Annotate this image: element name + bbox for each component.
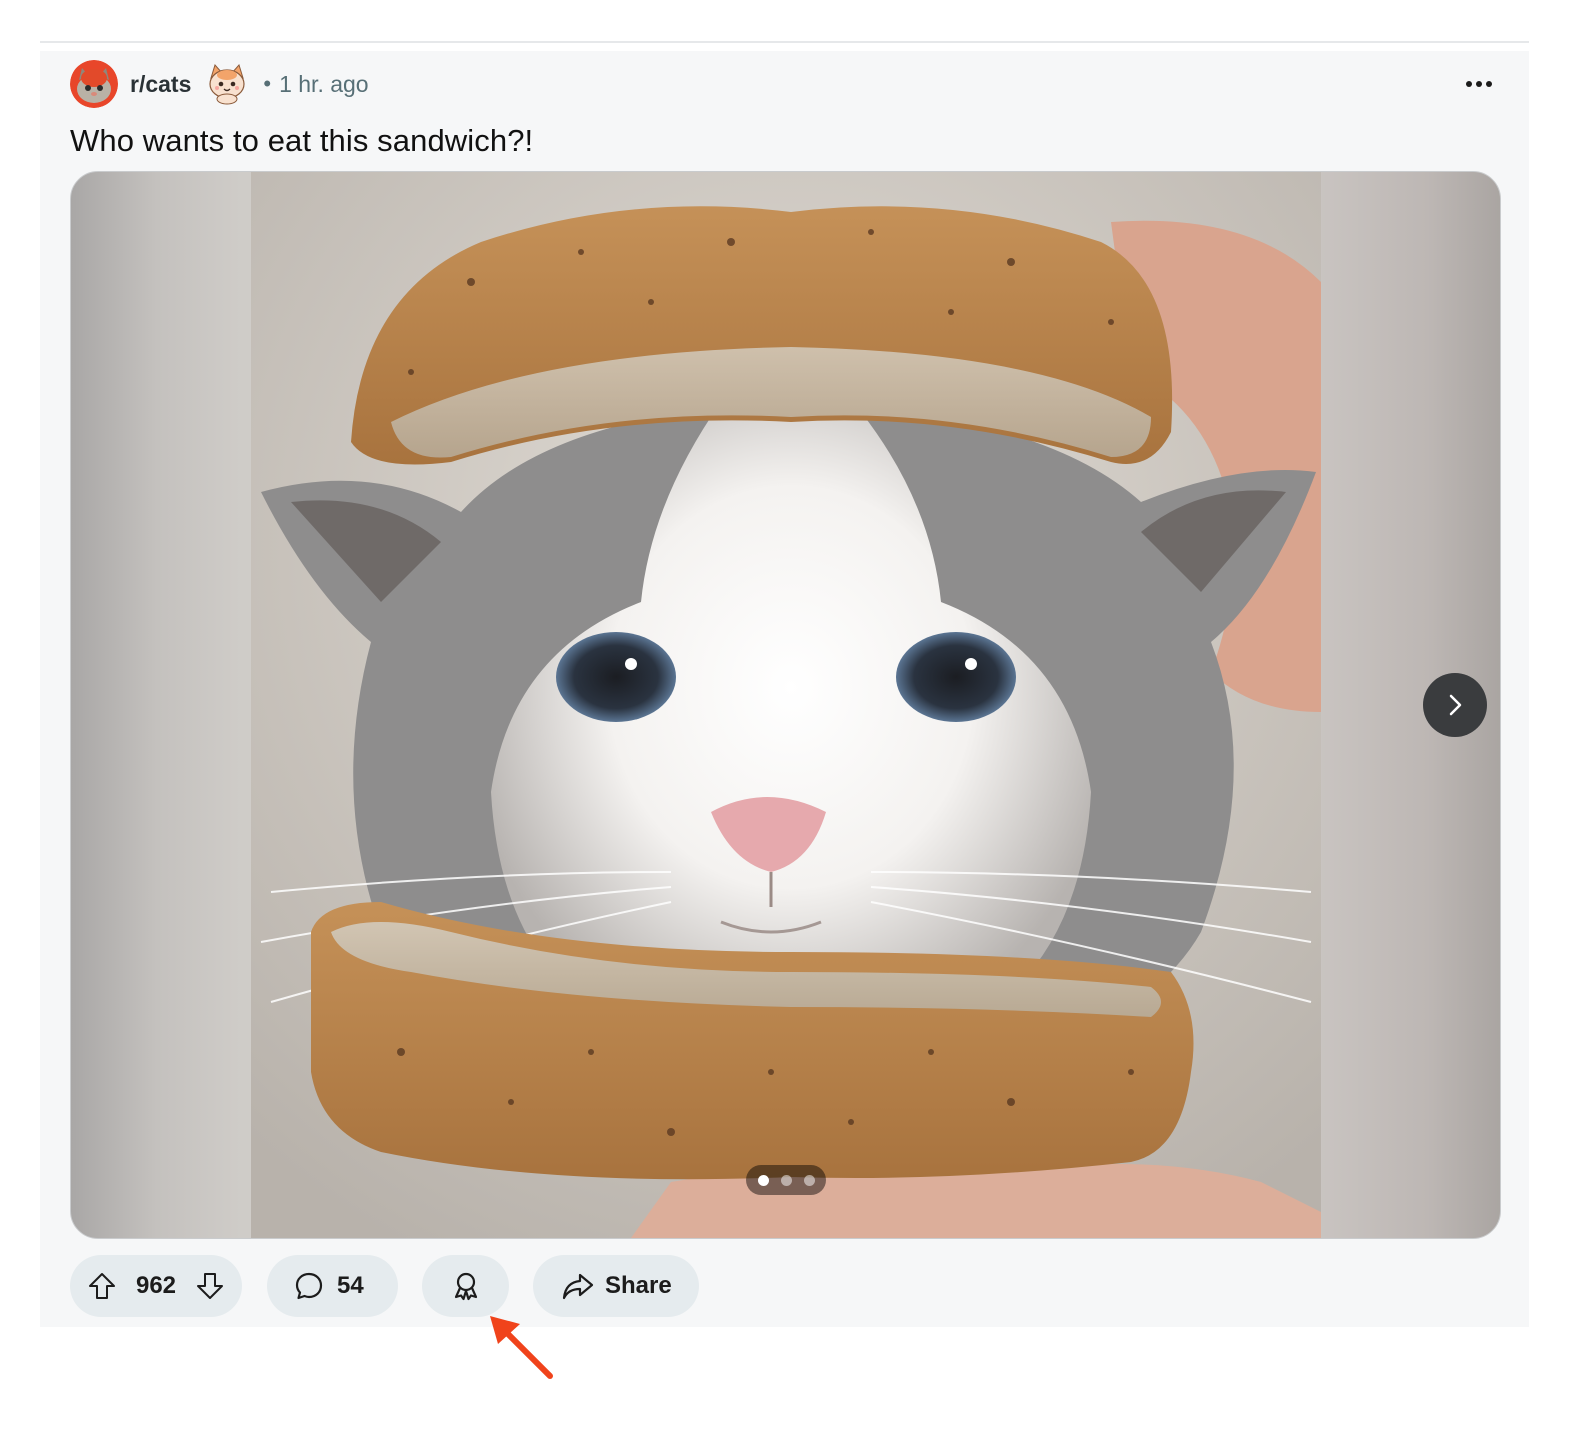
- chevron-right-icon: [1449, 694, 1462, 716]
- vote-count: 962: [135, 1272, 177, 1299]
- award-ribbon-icon: [454, 1272, 477, 1301]
- subreddit-name[interactable]: r/cats: [130, 71, 191, 98]
- arrow-down-icon: [196, 1273, 223, 1299]
- gallery-pagination: [746, 1165, 826, 1195]
- post-title[interactable]: Who wants to eat this sandwich?!: [70, 123, 533, 159]
- feed-divider: [40, 41, 1529, 43]
- post-card[interactable]: r/cats • 1 hr. ago Who wants to eat this: [40, 51, 1529, 1327]
- annotation-arrow-icon: [490, 1316, 553, 1379]
- share-label: Share: [605, 1272, 672, 1299]
- subreddit-avatar[interactable]: [70, 60, 118, 108]
- comments-button[interactable]: 54: [267, 1255, 398, 1317]
- speech-bubble-icon: [295, 1272, 323, 1300]
- image-gallery[interactable]: [70, 171, 1501, 1239]
- cat-flair-icon: [205, 62, 249, 106]
- post-timestamp: 1 hr. ago: [279, 70, 369, 97]
- gallery-next-button[interactable]: [1423, 673, 1487, 737]
- gallery-dot[interactable]: [780, 1174, 792, 1186]
- arrow-up-icon: [89, 1273, 115, 1299]
- share-arrow-icon: [562, 1273, 594, 1300]
- post-header: r/cats • 1 hr. ago: [70, 59, 1499, 109]
- more-horizontal-icon: [1466, 81, 1472, 87]
- comment-count: 54: [337, 1272, 364, 1299]
- more-options-button[interactable]: [1459, 64, 1499, 104]
- award-button[interactable]: [422, 1255, 509, 1317]
- gallery-dot-active[interactable]: [757, 1174, 769, 1186]
- share-button[interactable]: Share: [533, 1255, 699, 1317]
- gallery-dot[interactable]: [803, 1174, 815, 1186]
- gallery-image[interactable]: [251, 172, 1321, 1238]
- downvote-button[interactable]: [192, 1268, 228, 1304]
- meta-separator: •: [263, 71, 272, 96]
- vote-group: 962: [70, 1255, 242, 1317]
- upvote-button[interactable]: [84, 1268, 120, 1304]
- post-action-bar: 962 54 Share: [70, 1255, 699, 1317]
